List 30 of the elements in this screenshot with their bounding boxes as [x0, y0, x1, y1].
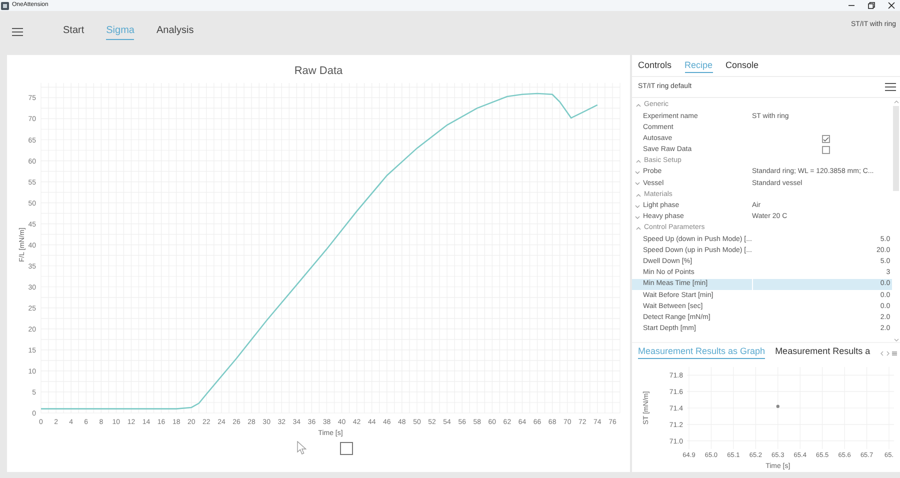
expand-icon[interactable] — [635, 171, 640, 174]
chevron-right-icon[interactable] — [886, 351, 890, 356]
cursor-icon — [296, 441, 306, 455]
nav-tab[interactable]: Start — [63, 23, 84, 40]
checkbox[interactable] — [340, 442, 352, 454]
minimize-icon[interactable] — [848, 2, 855, 9]
menu-icon[interactable] — [885, 83, 896, 91]
checkbox[interactable] — [822, 146, 830, 154]
menu-icon[interactable] — [12, 28, 23, 36]
panel-tab[interactable]: Controls — [638, 58, 672, 74]
collapse-icon[interactable] — [636, 194, 641, 197]
expand-icon[interactable] — [635, 216, 640, 219]
scroll-down-icon[interactable] — [894, 338, 899, 342]
collapse-icon[interactable] — [636, 160, 641, 164]
scrollbar[interactable] — [892, 100, 900, 342]
scroll-up-icon[interactable] — [894, 100, 899, 104]
expand-icon[interactable] — [635, 182, 640, 186]
chart-title: Raw Data — [294, 64, 343, 78]
restore-icon[interactable] — [868, 2, 875, 9]
results-tab[interactable]: Measurement Results a — [775, 344, 870, 359]
panel-tab[interactable]: Console — [726, 58, 759, 74]
close-icon[interactable] — [888, 2, 895, 9]
expand-icon[interactable] — [635, 204, 640, 208]
checkbox[interactable] — [822, 135, 830, 144]
data-point — [776, 404, 780, 408]
collapse-icon[interactable] — [636, 227, 641, 230]
chevron-left-icon[interactable] — [880, 351, 884, 356]
app-icon — [1, 2, 9, 10]
collapse-icon[interactable] — [636, 104, 641, 108]
nav-tab[interactable]: Analysis — [156, 23, 194, 40]
